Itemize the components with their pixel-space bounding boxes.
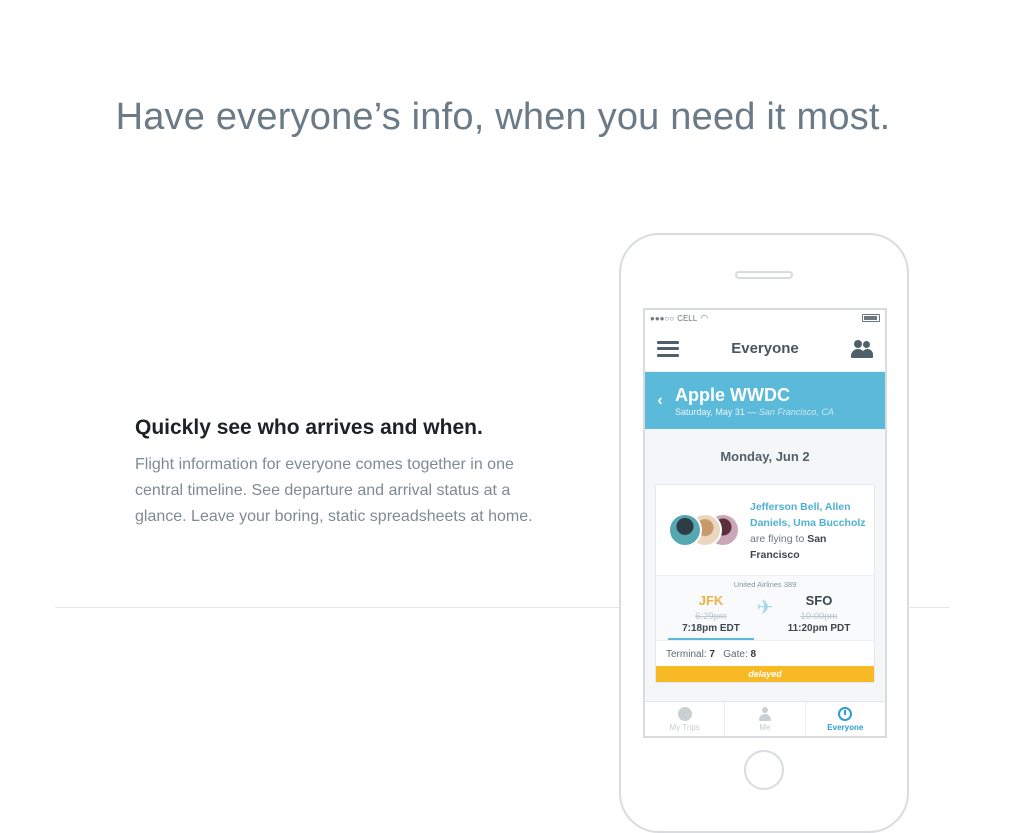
departure-actual: 7:18pm EDT xyxy=(668,623,754,640)
terminal-value: 7 xyxy=(709,649,715,660)
departure-leg: JFK 6:29pm 7:18pm EDT xyxy=(668,593,754,640)
arrival-code: SFO xyxy=(805,593,833,608)
wifi-icon: ◠ xyxy=(700,312,709,323)
tab-everyone[interactable]: Everyone xyxy=(804,702,885,736)
tab-bar: My Trips Me Everyone xyxy=(645,701,885,736)
phone-mockup: ●●●○○ CELL ◠ Everyone ‹ Apple WWDC Satur… xyxy=(619,233,909,833)
person-icon xyxy=(758,706,772,721)
event-subtitle: Saturday, May 31 — San Francisco, CA xyxy=(675,407,834,417)
terminal-label: Terminal: xyxy=(666,649,707,660)
nav-title: Everyone xyxy=(731,340,799,357)
tab-label: Me xyxy=(759,722,771,732)
day-header: Monday, Jun 2 xyxy=(720,449,810,464)
globe-icon xyxy=(677,706,692,721)
avatar xyxy=(668,513,702,547)
travellers-text: Jefferson Bell, Allen Daniels, Uma Bucch… xyxy=(750,499,866,563)
nav-bar: Everyone xyxy=(645,326,885,372)
phone-screen: ●●●○○ CELL ◠ Everyone ‹ Apple WWDC Satur… xyxy=(643,308,887,738)
airline-label: United Airlines 389 xyxy=(733,580,797,589)
section-divider xyxy=(910,607,950,608)
people-icon[interactable] xyxy=(850,339,873,358)
status-badge: delayed xyxy=(656,666,874,682)
event-title: Apple WWDC xyxy=(675,384,790,405)
traveller-names[interactable]: Jefferson Bell, Allen Daniels, Uma Bucch… xyxy=(750,501,866,529)
feature-description: Flight information for everyone comes to… xyxy=(135,456,533,525)
battery-icon xyxy=(862,314,880,322)
departure-code: JFK xyxy=(698,593,724,608)
travellers-verb: are flying to xyxy=(750,533,805,545)
tab-me[interactable]: Me xyxy=(724,702,804,736)
carrier-label: CELL xyxy=(677,313,698,323)
gate-label: Gate: xyxy=(723,649,748,660)
avatar-group xyxy=(668,513,750,549)
gate-value: 8 xyxy=(750,649,757,660)
hamburger-menu-icon[interactable] xyxy=(657,340,679,357)
feature-section: Quickly see who arrives and when. Flight… xyxy=(135,416,535,530)
terminal-gate-row: Terminal: 7 Gate: 8 xyxy=(656,640,874,666)
flight-route: JFK 6:29pm 7:18pm EDT ✈ SFO 10:00pm 11:2… xyxy=(656,589,874,640)
card-header: Jefferson Bell, Allen Daniels, Uma Bucch… xyxy=(656,485,874,575)
chevron-left-icon[interactable]: ‹ xyxy=(645,392,675,410)
arrival-leg: SFO 10:00pm 11:20pm PDT xyxy=(776,593,862,638)
tab-my-trips[interactable]: My Trips xyxy=(645,702,724,736)
event-location: San Francisco, CA xyxy=(758,406,834,417)
arrival-scheduled: 10:00pm xyxy=(800,611,838,622)
phone-speaker xyxy=(735,271,793,279)
page-headline: Have everyone’s info, when you need it m… xyxy=(115,96,891,138)
airplane-icon: ✈ xyxy=(756,597,774,619)
event-banner[interactable]: ‹ Apple WWDC Saturday, May 31 — San Fran… xyxy=(645,372,885,429)
departure-scheduled: 6:29pm xyxy=(695,611,727,622)
trip-card[interactable]: Jefferson Bell, Allen Daniels, Uma Bucch… xyxy=(655,484,875,683)
flight-details: United Airlines 389 JFK 6:29pm 7:18pm ED… xyxy=(656,575,874,640)
feature-title: Quickly see who arrives and when. xyxy=(135,416,483,439)
clock-icon xyxy=(838,706,853,721)
arrival-actual: 11:20pm PDT xyxy=(787,623,851,634)
tab-label: Everyone xyxy=(827,722,864,732)
tab-label: My Trips xyxy=(669,722,700,732)
section-divider xyxy=(55,607,621,608)
event-date: Saturday, May 31 — xyxy=(675,406,757,417)
status-bar: ●●●○○ CELL ◠ xyxy=(645,310,885,326)
signal-indicator: ●●●○○ xyxy=(650,313,675,323)
home-button[interactable] xyxy=(744,750,784,790)
